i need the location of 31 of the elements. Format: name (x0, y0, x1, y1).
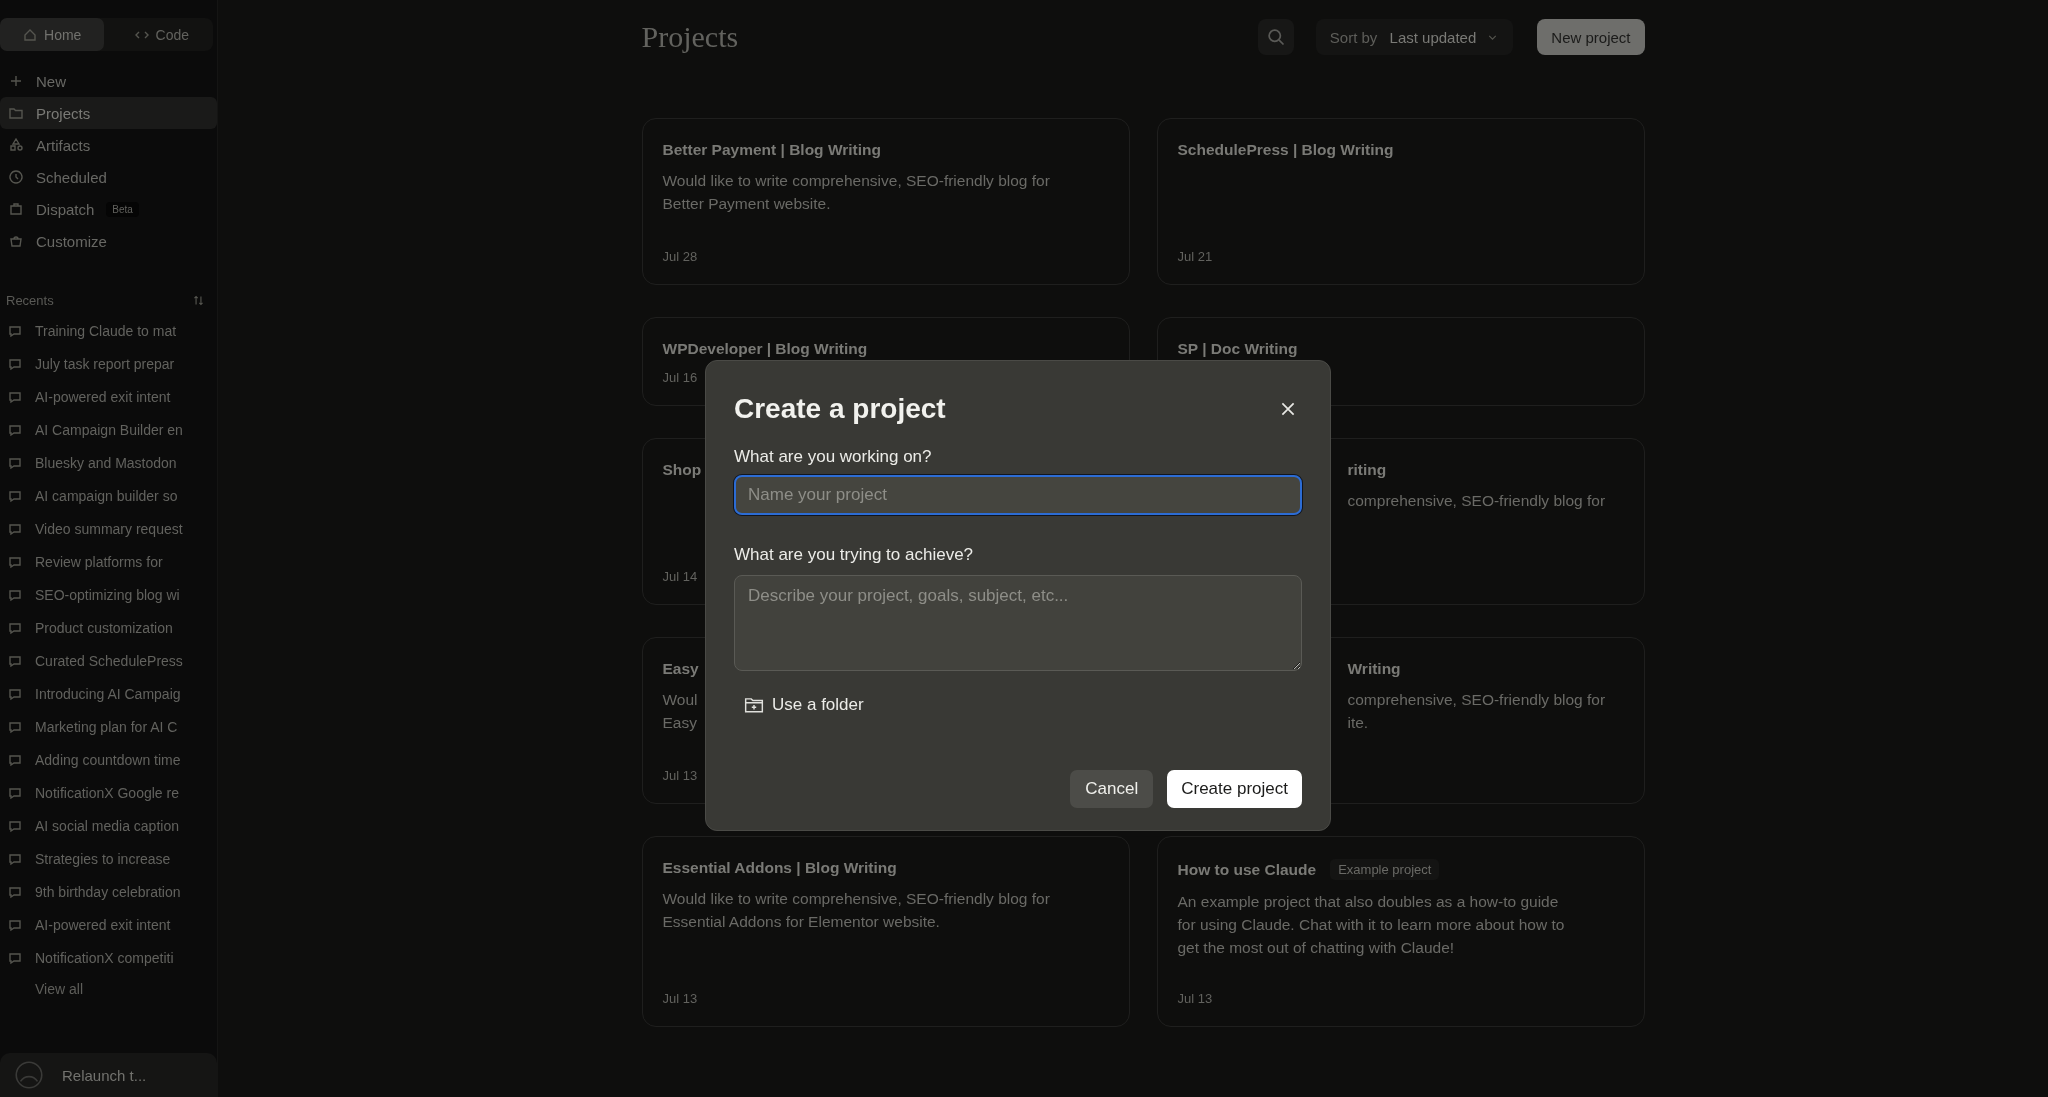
project-title: Essential Addons | Blog Writing (662, 859, 897, 877)
project-title: riting (1347, 461, 1387, 479)
field-label: What are you trying to achieve? (734, 545, 975, 565)
project-description: comprehensive, SEO-friendly blog for ite. (1347, 690, 1606, 733)
project-date: Jul 13 (662, 990, 698, 1006)
field-label: What are you working on? (734, 447, 933, 467)
project-description: comprehensive, SEO-friendly blog for (1347, 491, 1606, 511)
project-title: Writing (1347, 660, 1401, 678)
project-title: Better Payment | Blog Writing (662, 141, 881, 159)
project-date: Jul 16 (662, 369, 698, 385)
example-tag: Example project (1330, 859, 1440, 880)
project-date: Jul 14 (662, 568, 698, 584)
project-description: Would like to write comprehensive, SEO-friendly blog for Essential Addons for Elementor website. (662, 889, 1050, 932)
project-date: Jul 21 (1177, 248, 1213, 264)
project-title: SchedulePress | Blog Writing (1177, 141, 1394, 159)
account-name: Relaunch t... (62, 1066, 147, 1084)
project-title: Easy (662, 660, 699, 678)
project-date: Jul 28 (662, 248, 698, 264)
page-title: Projects (641, 20, 739, 54)
project-description: Would like to write comprehensive, SEO-friendly blog for Better Payment website. (662, 171, 1050, 214)
project-description: An example project that also doubles as a how-to guide for using Claude. Chat with it to learn more about how to get the most out of chatting with Claude! (1177, 892, 1565, 958)
project-title: SP | Doc Writing (1177, 340, 1298, 358)
dialog-title: Create a project (734, 393, 946, 425)
project-date: Jul 13 (662, 767, 698, 783)
project-title: How to use Claude (1177, 860, 1317, 879)
project-title: Shop (662, 461, 702, 479)
project-title: WPDeveloper | Blog Writing (662, 340, 868, 358)
project-description: Woul Easy (662, 690, 698, 733)
beta-badge: Beta (106, 201, 139, 217)
recents-heading: Recents (6, 293, 54, 308)
project-date: Jul 13 (1177, 990, 1213, 1006)
